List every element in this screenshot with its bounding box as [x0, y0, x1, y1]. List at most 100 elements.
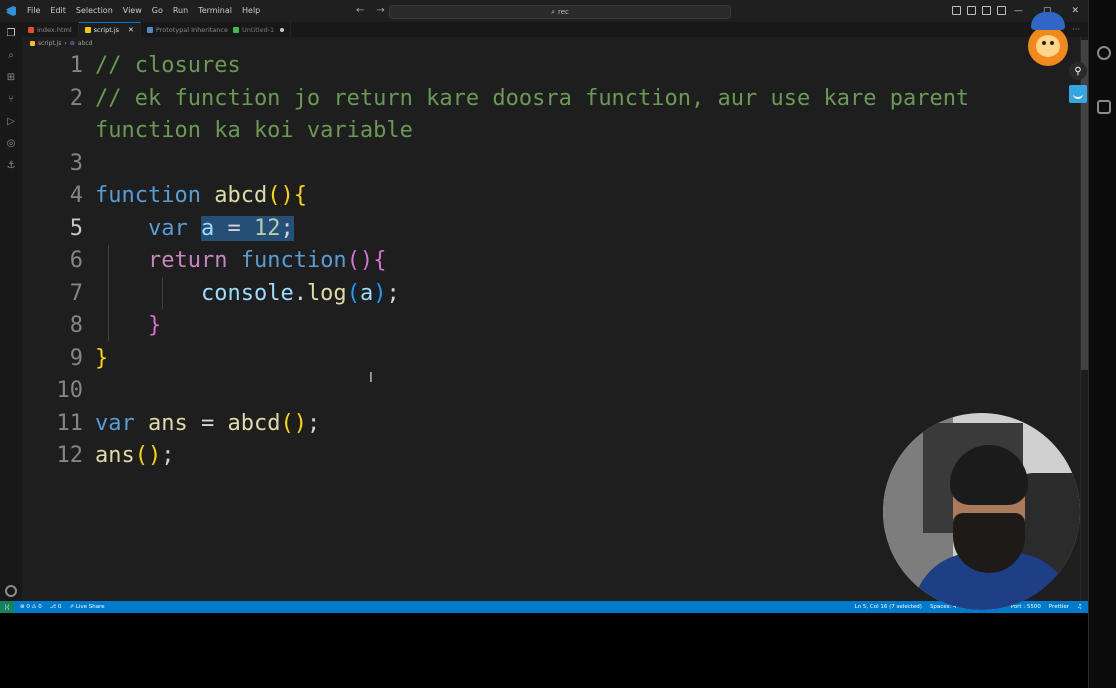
- webcam-overlay: [883, 413, 1080, 610]
- close-window-button[interactable]: ✕: [1072, 0, 1080, 22]
- command-center-text: rec: [558, 8, 569, 16]
- breadcrumb-file[interactable]: script.js: [38, 40, 61, 47]
- line-number: 9: [69, 345, 83, 371]
- customize-layout-icon[interactable]: [997, 6, 1006, 15]
- toggle-sidebar-icon[interactable]: [952, 6, 961, 15]
- overlay-toggle-icon[interactable]: [1069, 85, 1087, 103]
- line-number: 6: [69, 247, 83, 273]
- live-share-label: Live Share: [75, 604, 105, 610]
- menu-terminal[interactable]: Terminal: [193, 0, 237, 22]
- line-number: 7: [69, 280, 83, 306]
- file-icon: [146, 26, 153, 33]
- more-actions-icon[interactable]: ···: [1072, 22, 1080, 37]
- line-number: 8: [69, 312, 83, 338]
- forward-arrow-icon[interactable]: →: [376, 0, 384, 22]
- line-number: 3: [69, 150, 83, 176]
- source-control-icon[interactable]: ⑂: [4, 92, 18, 106]
- activity-bar: ❐ ⌕ ⊞ ⑂ ▷ ◎ ⚓: [0, 22, 22, 613]
- code-line: 11 var ans = abcd();: [22, 407, 321, 439]
- lion-eye: [1050, 41, 1054, 45]
- tab-script-js[interactable]: script.js ✕: [78, 22, 141, 37]
- menu-run[interactable]: Run: [168, 0, 193, 22]
- tab-prototypal-inheritance[interactable]: Prototypal Inheritance Untitled-1: [141, 22, 292, 37]
- tab-bar: index.html script.js ✕ Prototypal Inheri…: [22, 22, 1088, 37]
- extensions-icon[interactable]: ⊞: [4, 70, 18, 84]
- layout-controls: [952, 6, 1006, 15]
- menu-file[interactable]: File: [22, 0, 45, 22]
- lion-hat: [1031, 12, 1065, 30]
- lion-face: [1036, 35, 1060, 57]
- vscode-logo-icon: [0, 0, 22, 22]
- menu-view[interactable]: View: [118, 0, 147, 22]
- title-bar: File Edit Selection View Go Run Terminal…: [0, 0, 1088, 22]
- ports-status[interactable]: ⎇ 0: [50, 604, 62, 610]
- menu-go[interactable]: Go: [147, 0, 168, 22]
- html-file-icon: [28, 26, 34, 33]
- code-line: 8 }: [22, 309, 161, 341]
- line-number: 5: [69, 215, 83, 241]
- toggle-panel-icon[interactable]: [967, 6, 976, 15]
- search-icon: ⌕: [551, 7, 556, 16]
- secondary-window-strip: [1088, 0, 1116, 688]
- command-center-search[interactable]: ⌕ rec: [389, 5, 731, 19]
- code-line: 9}: [22, 342, 109, 374]
- menu-selection[interactable]: Selection: [71, 0, 118, 22]
- remote-explorer-icon[interactable]: ◎: [4, 136, 18, 150]
- unsaved-dot-icon[interactable]: [280, 27, 285, 32]
- run-debug-icon[interactable]: ▷: [4, 114, 18, 128]
- code-line: 10: [22, 374, 95, 406]
- live-share-status[interactable]: ⇗ Live Share: [69, 604, 104, 610]
- code-line: 1// closures: [22, 49, 241, 81]
- tab-label: script.js: [93, 26, 120, 34]
- error-count: 0: [26, 604, 30, 610]
- line-number: 1: [69, 52, 83, 78]
- tab-label: index.html: [37, 25, 72, 34]
- menu-bar: File Edit Selection View Go Run Terminal…: [22, 0, 265, 22]
- close-tab-icon[interactable]: ✕: [128, 26, 134, 34]
- anchor-icon[interactable]: ⚓: [4, 158, 18, 172]
- toggle-secondary-sidebar-icon[interactable]: [982, 6, 991, 15]
- line-number: 4: [69, 182, 83, 208]
- back-arrow-icon[interactable]: ←: [356, 0, 364, 22]
- account-icon[interactable]: [5, 585, 17, 597]
- code-line: 7 console.log(a);: [22, 277, 400, 309]
- minimize-button[interactable]: —: [1014, 0, 1023, 22]
- tab-index-html[interactable]: index.html: [22, 22, 79, 37]
- code-line: 6 return function(){: [22, 244, 387, 276]
- code-line: 4 function abcd(){: [22, 179, 307, 211]
- lion-eye: [1042, 41, 1046, 45]
- code-line: 3: [22, 147, 95, 179]
- menu-help[interactable]: Help: [237, 0, 265, 22]
- js-file-icon: [84, 27, 91, 33]
- code-line-current: 5 var a = 12;: [22, 212, 294, 244]
- code-line-wrapped: function ka koi variable: [95, 117, 413, 143]
- pin-icon[interactable]: ⚲: [1069, 62, 1087, 80]
- ports-count: 0: [57, 604, 62, 610]
- explorer-icon[interactable]: ❐: [4, 26, 18, 40]
- code-line: 12 ans();: [22, 439, 175, 471]
- warning-count: 0: [38, 604, 42, 610]
- menu-edit[interactable]: Edit: [45, 0, 71, 22]
- problems-status[interactable]: ⊗ 0 ⚠ 0: [20, 604, 42, 610]
- check-icon: [232, 26, 239, 33]
- breadcrumb-symbol[interactable]: abcd: [78, 40, 93, 47]
- breadcrumb: script.js › ⊚ abcd: [22, 37, 92, 49]
- line-number: 12: [56, 442, 84, 468]
- tab-badge: Untitled-1: [241, 25, 275, 34]
- text-cursor-icon: I: [369, 371, 373, 386]
- debug-icon[interactable]: [1097, 46, 1111, 60]
- nav-arrows: ← →: [356, 0, 385, 22]
- line-number: 10: [56, 377, 84, 403]
- js-file-icon: [30, 40, 35, 46]
- remote-indicator-icon[interactable]: ⟩⟨: [0, 601, 14, 613]
- lion-avatar-icon: [1026, 12, 1070, 70]
- search-view-icon[interactable]: ⌕: [4, 48, 18, 62]
- chevron-right-icon: ›: [64, 39, 67, 47]
- code-line: 2// ek function jo return kare doosra fu…: [22, 82, 969, 114]
- panel-icon[interactable]: [1097, 100, 1111, 114]
- line-number: 11: [56, 410, 84, 436]
- symbol-method-icon: ⊚: [69, 39, 75, 47]
- line-number: 2: [69, 85, 83, 111]
- tab-label: Prototypal Inheritance: [155, 25, 228, 34]
- status-left: ⊗ 0 ⚠ 0 ⎇ 0 ⇗ Live Share: [14, 604, 105, 610]
